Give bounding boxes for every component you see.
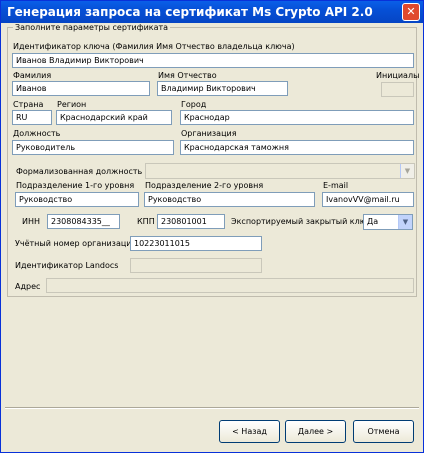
exportable-key-value: Да xyxy=(367,217,379,226)
button-divider xyxy=(5,407,419,409)
city-field[interactable]: Краснодар xyxy=(180,110,414,125)
close-icon[interactable]: ✕ xyxy=(402,3,420,21)
country-label: Страна xyxy=(13,100,44,109)
organization-field[interactable]: Краснодарская таможня xyxy=(180,140,414,155)
name-patronymic-field[interactable]: Владимир Викторович xyxy=(157,81,288,96)
email-field[interactable]: IvanovVV@mail.ru xyxy=(322,192,414,207)
dialog-window: Генерация запроса на сертификат Ms Crypt… xyxy=(0,0,424,453)
region-field[interactable]: Краснодарский край xyxy=(56,110,172,125)
next-button[interactable]: Далее > xyxy=(285,420,346,443)
title-bar[interactable]: Генерация запроса на сертификат Ms Crypt… xyxy=(1,1,423,23)
surname-field[interactable]: Иванов xyxy=(12,81,150,96)
chevron-down-icon: ▼ xyxy=(400,164,414,178)
city-label: Город xyxy=(181,100,207,109)
exportable-key-select[interactable]: Да ▼ xyxy=(363,214,413,230)
initials-field xyxy=(381,82,414,97)
kpp-field[interactable]: 230801001 xyxy=(157,214,225,229)
name-patronymic-label: Имя Отчество xyxy=(158,71,217,80)
initials-label: Инициалы xyxy=(376,71,420,80)
org-number-field[interactable]: 10223011015 xyxy=(130,236,262,251)
org-number-label: Учётный номер организации xyxy=(15,239,137,248)
address-field xyxy=(46,278,414,293)
inn-label: ИНН xyxy=(22,217,41,226)
position-field[interactable]: Руководитель xyxy=(12,140,174,155)
division2-label: Подразделение 2-го уровня xyxy=(145,181,264,190)
country-field[interactable]: RU xyxy=(12,110,52,125)
organization-label: Организация xyxy=(181,129,237,138)
email-label: E-mail xyxy=(323,181,349,190)
window-title: Генерация запроса на сертификат Ms Crypt… xyxy=(7,5,373,19)
division2-field[interactable]: Руководство xyxy=(144,192,315,207)
landocs-id-field xyxy=(130,258,262,273)
inn-field[interactable]: 2308084335__ xyxy=(47,214,120,229)
key-id-label: Идентификатор ключа (Фамилия Имя Отчеств… xyxy=(13,42,295,51)
key-id-field[interactable]: Иванов Владимир Викторович xyxy=(12,53,414,68)
chevron-down-icon[interactable]: ▼ xyxy=(398,215,412,229)
region-label: Регион xyxy=(57,100,87,109)
kpp-label: КПП xyxy=(137,217,155,226)
address-label: Адрес xyxy=(15,282,41,291)
surname-label: Фамилия xyxy=(13,71,52,80)
formal-position-label: Формализованная должность xyxy=(16,167,143,176)
cancel-button[interactable]: Отмена xyxy=(353,420,414,443)
position-label: Должность xyxy=(13,129,61,138)
exportable-key-label: Экспортируемый закрытый ключ xyxy=(231,217,372,226)
back-button[interactable]: < Назад xyxy=(219,420,280,443)
landocs-id-label: Идентификатор Landocs xyxy=(15,261,119,270)
division1-field[interactable]: Руководство xyxy=(15,192,139,207)
group-label: Заполните параметры сертификата xyxy=(13,23,171,32)
division1-label: Подразделение 1-го уровня xyxy=(16,181,135,190)
formal-position-select: ▼ xyxy=(145,163,415,179)
